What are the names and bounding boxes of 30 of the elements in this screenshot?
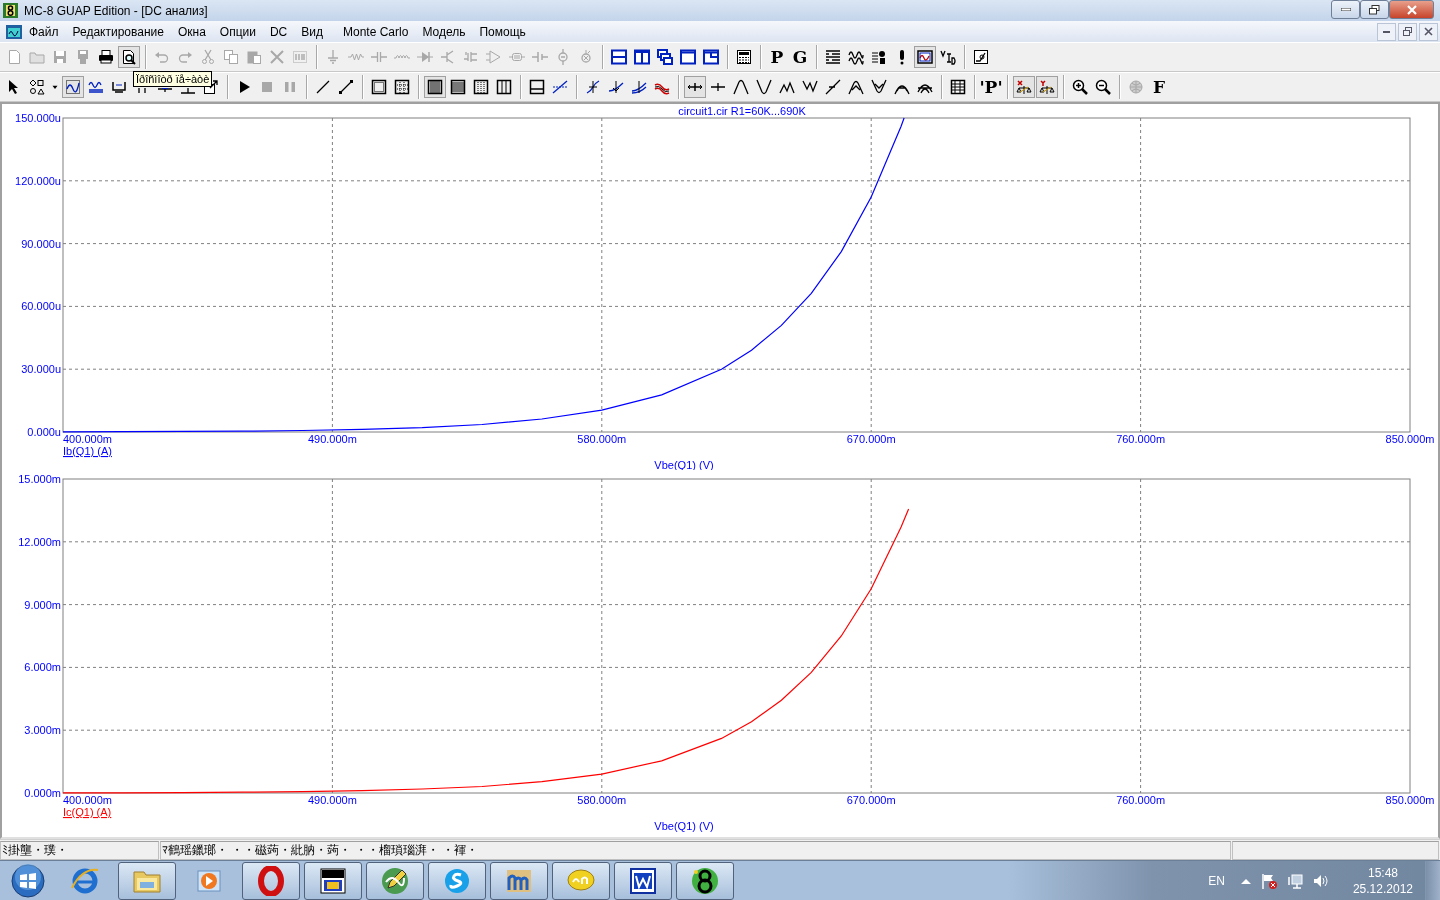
- axis-tick-label: 60.000u: [21, 300, 61, 313]
- axis-tick-label: 400.000m: [63, 433, 112, 445]
- window-title: MC-8 GUAP Edition - [DC анализ]: [24, 3, 209, 18]
- axis-tick-label: 580.000m: [577, 433, 627, 445]
- axis-tick-label: 850.000m: [1385, 794, 1435, 806]
- axis-tick-label: 150.000u: [15, 112, 61, 124]
- axis-tick-label: 6.000m: [24, 661, 61, 674]
- axis-tick-label: 90.000u: [21, 237, 61, 250]
- status-text: ﾏ鶴瑶鑞瑯・ ・・磁蒟・紕肭・蒟・ ・・榴瑣瑙湃・ ・褌・: [160, 841, 1231, 860]
- axis-tick-label: 12.000m: [18, 535, 61, 548]
- axis-tick-label: 760.000m: [1116, 794, 1166, 806]
- axis-tick-label: 670.000m: [846, 433, 896, 445]
- axis-tick-label: 490.000m: [307, 794, 357, 806]
- axis-tick-label: 580.000m: [577, 794, 627, 806]
- axis-tick-label: 15.000m: [18, 473, 61, 485]
- axis-tick-label: 0.000m: [24, 787, 61, 799]
- axis-tick-label: 490.000m: [307, 433, 357, 445]
- axis-label: Vbe(Q1) (V): [654, 820, 714, 832]
- axis-tick-label: 850.000m: [1385, 433, 1435, 445]
- axis-tick-label: 760.000m: [1116, 433, 1166, 445]
- axis-tick-label: 9.000m: [24, 598, 61, 611]
- tooltip: Ïðîñìîòð ïå÷àòè: [133, 71, 213, 87]
- axis-tick-label: 3.000m: [24, 724, 61, 737]
- chart-title: circuit1.cir R1=60K...690K: [678, 105, 806, 117]
- status-text: ﾐ掛壟・璞・: [0, 841, 159, 860]
- axis-tick-label: 400.000m: [63, 794, 112, 806]
- axis-tick-label: 0.000u: [27, 426, 61, 438]
- axis-tick-label: 670.000m: [846, 794, 896, 806]
- axis-tick-label: 120.000u: [15, 174, 61, 187]
- axis-tick-label: 30.000u: [21, 363, 61, 376]
